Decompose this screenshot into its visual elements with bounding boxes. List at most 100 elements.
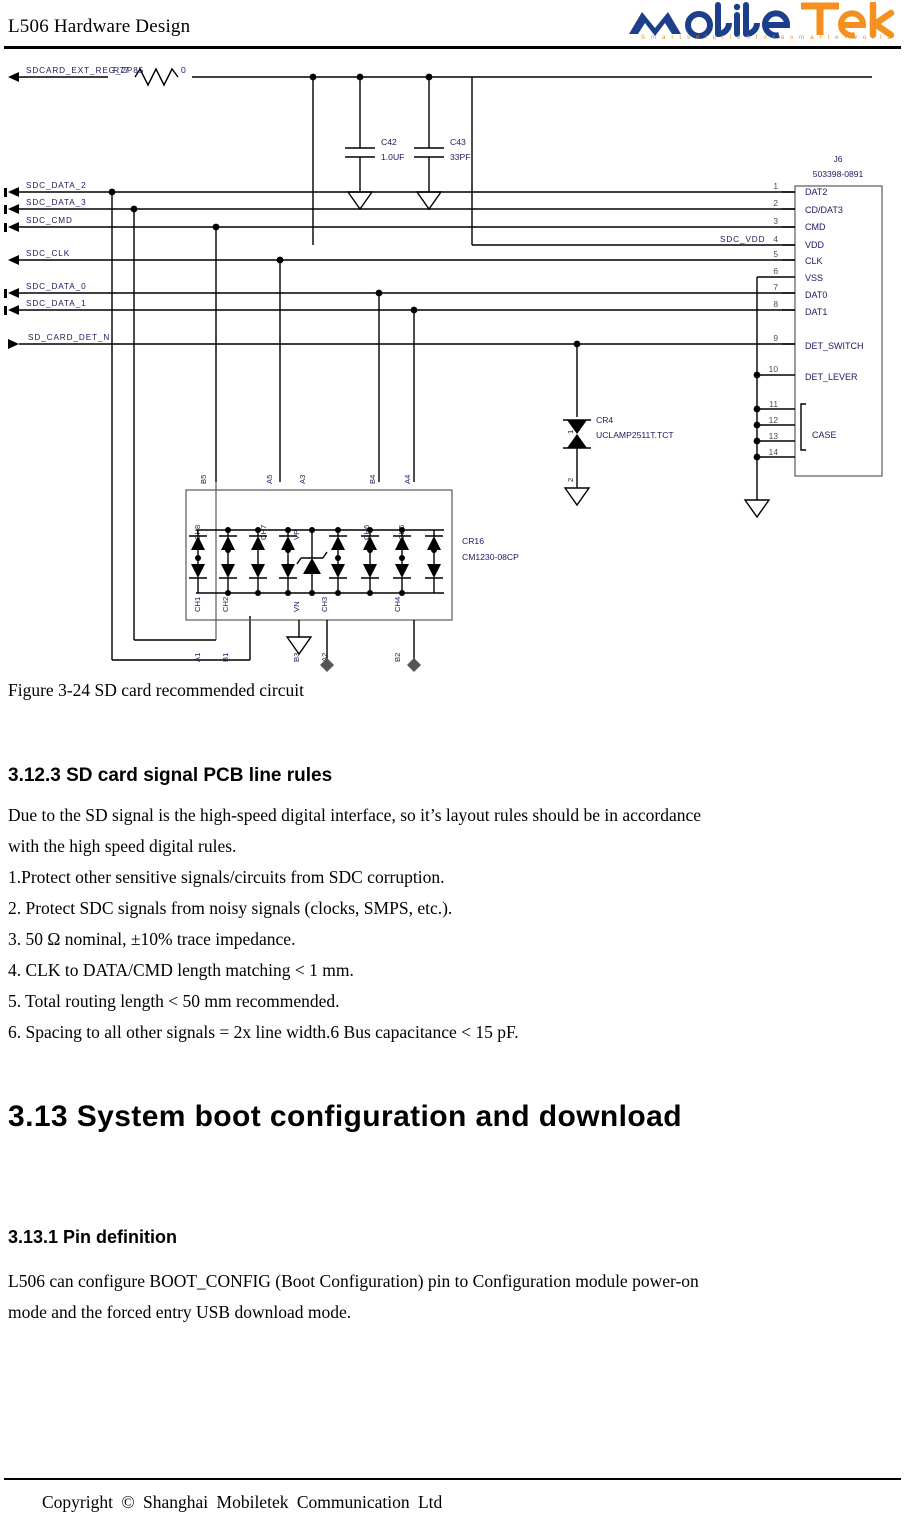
cr16-ch3: CH3 <box>320 597 329 612</box>
intro-paragraph-line-1: Due to the SD signal is the high-speed d… <box>8 805 702 825</box>
cr16-diode-col <box>393 530 411 593</box>
page-title: L506 Hardware Design <box>8 16 191 37</box>
pin-definition-line-1: L506 can configure BOOT_CONFIG (Boot Con… <box>8 1271 699 1291</box>
refdes-cr4: CR4 <box>596 415 613 425</box>
net-label-sdc-data-1: SDC_DATA_1 <box>26 299 87 308</box>
refdes-c42: C42 <box>381 137 397 147</box>
net-label-sd-card-det-n: SD_CARD_DET_N <box>28 333 110 342</box>
pin-definition-line-2: mode and the forced entry USB download m… <box>8 1302 352 1322</box>
j6-pin-name-dat1: DAT1 <box>805 307 827 317</box>
j6-pin-num-12: 12 <box>769 415 779 425</box>
test-point-marker <box>407 658 421 672</box>
pcb-rule-1: 1.Protect other sensitive signals/circui… <box>8 867 445 887</box>
cr16-diode-col <box>189 530 207 593</box>
pcb-rule-4: 4. CLK to DATA/CMD length matching < 1 m… <box>8 960 354 980</box>
net-label-sdc-data-3: SDC_DATA_3 <box>26 198 87 207</box>
footer-divider <box>4 1478 901 1480</box>
j6-pin-num-1: 1 <box>773 181 778 191</box>
heading-3-13: 3.13 System boot configuration and downl… <box>8 1100 682 1133</box>
diode-array-cr16: B5 A5 A3 B4 A4 CH8 CH7 VP CH6 CH5 CH1 CH… <box>185 475 519 662</box>
cr16-zener <box>296 530 328 593</box>
net-label-sdc-vdd: SDC_VDD <box>720 235 765 244</box>
part-cr4: UCLAMP2511T.TCT <box>596 430 674 440</box>
intro-paragraph-line-2: with the high speed digital rules. <box>8 836 237 856</box>
net-sdc-data-3: SDC_DATA_3 <box>4 198 795 214</box>
net-sdc-data-1: SDC_DATA_1 <box>4 299 795 315</box>
pcb-rule-3: 3. 50 Ω nominal, ±10% trace impedance. <box>8 929 296 949</box>
j6-pin-num-10: 10 <box>769 364 779 374</box>
header-divider <box>4 46 901 49</box>
j6-pin-num-7: 7 <box>773 282 778 292</box>
j6-pin-name-case: CASE <box>812 430 837 440</box>
part-j6: 503398-0891 <box>813 169 864 179</box>
cr16-pad-b2: B2 <box>393 653 402 662</box>
cr16-ch1: CH1 <box>193 597 202 612</box>
j6-pin-name-cd-dat3: CD/DAT3 <box>805 205 843 215</box>
j6-pin-num-14: 14 <box>769 447 779 457</box>
footer-copyright: Copyright © Shanghai Mobiletek Communica… <box>42 1492 443 1512</box>
net-sdc-data-2: SDC_DATA_2 <box>4 181 795 197</box>
cr16-vn: VN <box>292 601 301 612</box>
j6-pin-name-clk: CLK <box>805 256 823 266</box>
net-label-sdc-data-2: SDC_DATA_2 <box>26 181 87 190</box>
value-c42: 1.0UF <box>381 152 404 162</box>
part-cr16: CM1230-08CP <box>462 552 519 562</box>
j6-pin-name-det-lever: DET_LEVER <box>805 372 858 382</box>
j6-pin-num-11: 11 <box>769 399 778 409</box>
net-sdcard-ext-reg-2p85: SDCARD_EXT_REG_2P85 R77 0 <box>8 65 872 87</box>
net-label-sdc-clk: SDC_CLK <box>26 249 70 258</box>
j6-pin-name-vss: VSS <box>805 273 823 283</box>
cr16-pad-a1: A1 <box>193 653 202 662</box>
cr16-pad-b4: B4 <box>368 475 377 484</box>
j6-pin-num-13: 13 <box>769 431 779 441</box>
cr16-vp: VP <box>292 530 301 540</box>
cr16-ch7: CH7 <box>259 525 268 540</box>
cr16-diode-col <box>425 530 443 593</box>
pcb-rule-2: 2. Protect SDC signals from noisy signal… <box>8 898 453 918</box>
cr16-diode-col <box>219 530 237 593</box>
cr16-pad-a3: A3 <box>298 475 307 484</box>
j6-pin-name-det-switch: DET_SWITCH <box>805 341 864 351</box>
pcb-rule-5: 5. Total routing length < 50 mm recommen… <box>8 991 340 1011</box>
tvs-diode-cr4: 1 2 CR4 UCLAMP2511T.TCT <box>563 344 674 507</box>
refdes-r77: R77 <box>113 65 129 75</box>
net-sdc-cmd: SDC_CMD <box>4 216 795 232</box>
net-label-sdc-cmd: SDC_CMD <box>26 216 73 225</box>
cr16-ch2: CH2 <box>221 597 230 612</box>
j6-pin-num-2: 2 <box>773 198 778 208</box>
j6-pin-num-4: 4 <box>773 234 778 244</box>
refdes-cr16: CR16 <box>462 536 484 546</box>
j6-pin-name-cmd: CMD <box>805 222 826 232</box>
figure-sd-card-recommended-circuit: SDCARD_EXT_REG_2P85 R77 0 C42 1.0UF C43 … <box>0 52 905 672</box>
cr16-pad-b1: B1 <box>221 653 230 662</box>
j6-pin-num-5: 5 <box>773 249 778 259</box>
brand-tagline: S m a r t s o l u t i o n f o r a s m a … <box>640 34 893 41</box>
cr16-pad-a5: A5 <box>265 475 274 484</box>
heading-3-12-3: 3.12.3 SD card signal PCB line rules <box>8 765 333 786</box>
resistor-value-r77: 0 <box>181 65 186 75</box>
net-sdc-clk: SDC_CLK <box>8 249 795 265</box>
value-c43: 33PF <box>450 152 471 162</box>
j6-pin-name-dat0: DAT0 <box>805 290 827 300</box>
net-label-sdc-data-0: SDC_DATA_0 <box>26 282 87 291</box>
refdes-j6: J6 <box>833 154 842 164</box>
j6-pin-name-vdd: VDD <box>805 240 825 250</box>
heading-3-13-1: 3.13.1 Pin definition <box>8 1227 178 1247</box>
figure-caption: Figure 3-24 SD card recommended circuit <box>8 680 304 700</box>
cr16-pad-b5: B5 <box>199 475 208 484</box>
cr4-pin-1: 1 <box>566 430 575 434</box>
page-header: L506 Hardware Design S m a r t s o l u t… <box>0 0 905 52</box>
cr16-pad-a4: A4 <box>403 475 412 484</box>
refdes-c43: C43 <box>450 137 466 147</box>
net-sdc-data-0: SDC_DATA_0 <box>4 282 795 298</box>
j6-pin-name-dat2: DAT2 <box>805 187 827 197</box>
capacitor-c43: C43 33PF <box>414 77 471 211</box>
pcb-rule-6: 6. Spacing to all other signals = 2x lin… <box>8 1022 519 1042</box>
net-sd-card-det-n: SD_CARD_DET_N <box>8 333 795 349</box>
j6-pin-num-8: 8 <box>773 299 778 309</box>
j6-pin-num-9: 9 <box>773 333 778 343</box>
cr16-diode-col <box>329 530 347 593</box>
capacitor-c42: C42 1.0UF <box>345 77 404 211</box>
cr4-pin-2: 2 <box>566 478 575 482</box>
cr16-ch4: CH4 <box>393 597 402 612</box>
